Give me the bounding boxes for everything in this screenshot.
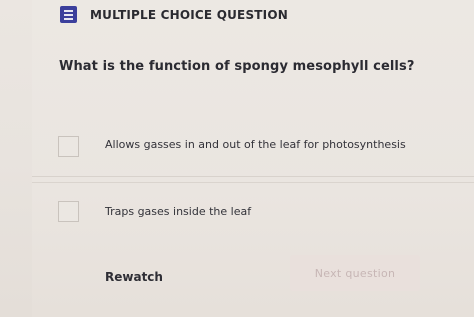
question-text: What is the function of spongy mesophyll…	[59, 59, 415, 74]
question-list-icon	[60, 6, 77, 23]
answer-checkbox[interactable]	[58, 201, 79, 222]
quiz-page: MULTIPLE CHOICE QUESTION What is the fun…	[0, 0, 474, 317]
answer-option[interactable]: Allows gasses in and out of the leaf for…	[32, 118, 474, 174]
question-type-label: MULTIPLE CHOICE QUESTION	[90, 7, 288, 22]
answer-option[interactable]: Traps gases inside the leaf	[32, 182, 474, 239]
next-question-button[interactable]: Next question	[290, 255, 420, 291]
question-header: MULTIPLE CHOICE QUESTION	[60, 6, 288, 23]
answer-checkbox[interactable]	[58, 136, 79, 157]
answer-option-label: Allows gasses in and out of the leaf for…	[105, 138, 406, 151]
option-divider	[32, 176, 474, 177]
rewatch-button[interactable]: Rewatch	[105, 270, 163, 284]
next-question-label: Next question	[314, 266, 396, 280]
answer-option-label: Traps gases inside the leaf	[105, 205, 252, 218]
